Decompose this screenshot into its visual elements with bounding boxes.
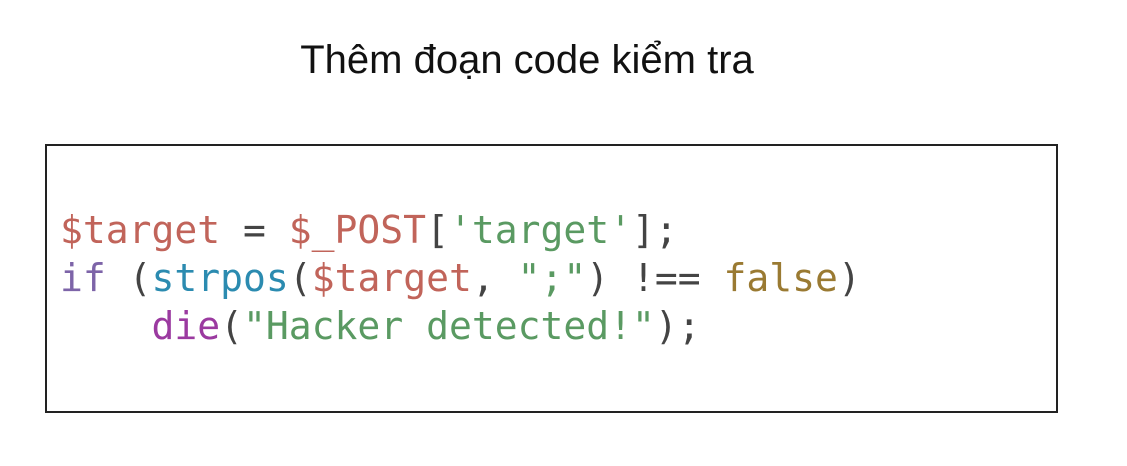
- slide-title: Thêm đoạn code kiểm tra: [300, 38, 754, 82]
- code-line-2: if (strpos($target, ";") !== false): [60, 254, 861, 302]
- code-token: =: [220, 208, 289, 252]
- code-token: false: [723, 256, 838, 300]
- code-token: (: [288, 256, 312, 300]
- code-token: ,: [471, 256, 518, 300]
- code-token: 'target': [448, 208, 632, 252]
- code-token: strpos: [151, 256, 289, 300]
- code-token: ";": [517, 256, 587, 300]
- code-line-1: $target = $_POST['target'];: [60, 206, 861, 254]
- code-token: ): [837, 256, 861, 300]
- code-token: ) !==: [586, 256, 724, 300]
- code-token: $target: [60, 208, 221, 252]
- code-token: );: [654, 304, 701, 348]
- code-token: if: [60, 256, 106, 300]
- code-line-3: die("Hacker detected!");: [60, 302, 861, 350]
- code-token: "Hacker detected!": [243, 304, 655, 348]
- code-block: $target = $_POST['target']; if (strpos($t…: [45, 144, 1058, 413]
- code-token: (: [105, 256, 152, 300]
- slide: Thêm đoạn code kiểm tra $target = $_POST…: [0, 0, 1127, 466]
- code-token: (: [220, 304, 244, 348]
- code-listing: $target = $_POST['target']; if (strpos($t…: [60, 206, 861, 350]
- code-token: $_POST: [288, 208, 427, 252]
- code-token: die: [151, 304, 221, 348]
- code-token: ];: [632, 208, 678, 252]
- code-token: [: [426, 208, 449, 252]
- code-token: $target: [311, 256, 472, 300]
